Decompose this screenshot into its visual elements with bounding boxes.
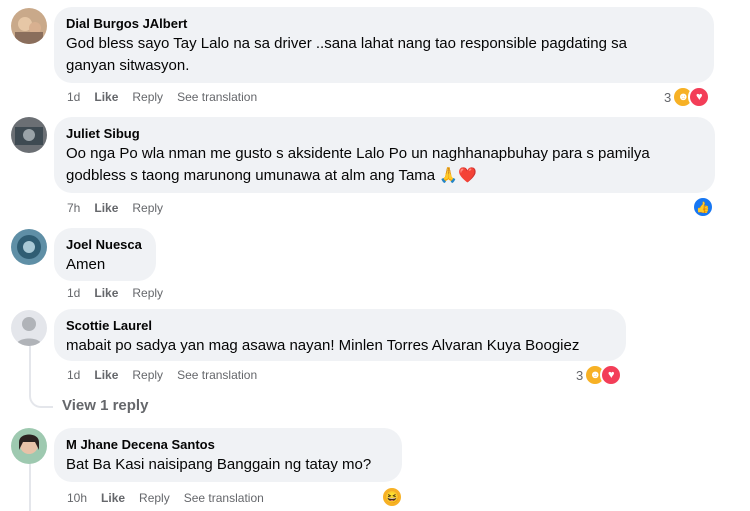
comment-text: Amen xyxy=(66,256,106,273)
avatar[interactable] xyxy=(11,229,47,265)
reply-button[interactable]: Reply xyxy=(132,200,163,216)
comment-text: Oo nga Po wla nman me gusto s aksidente … xyxy=(66,145,650,162)
reaction-badge[interactable]: 😆 xyxy=(381,486,403,508)
comment-text: mabait po sadya yan mag asawa nayan! Min… xyxy=(66,337,580,354)
comment-actions: 1d Like Reply xyxy=(67,285,177,301)
love-reaction-icon: ♥ xyxy=(688,86,711,108)
like-button[interactable]: Like xyxy=(101,490,125,506)
reaction-badge[interactable]: 👍 xyxy=(692,196,714,218)
comment-author[interactable]: Dial Burgos JAlbert xyxy=(66,15,702,32)
comment-bubble: Scottie Laurel mabait po sadya yan mag a… xyxy=(54,309,626,361)
comment-bubble: Dial Burgos JAlbert God bless sayo Tay L… xyxy=(54,7,714,83)
comment-time[interactable]: 7h xyxy=(67,200,80,216)
comment-author[interactable]: M Jhane Decena Santos xyxy=(66,436,390,453)
avatar[interactable] xyxy=(11,310,47,346)
comment-time[interactable]: 1d xyxy=(67,285,80,301)
comment-actions: 1d Like Reply See translation xyxy=(67,89,271,105)
comment-time[interactable]: 1d xyxy=(67,367,80,383)
reply-button[interactable]: Reply xyxy=(132,285,163,301)
comment-actions: 1d Like Reply See translation xyxy=(67,367,271,383)
reaction-badge[interactable]: 3 ☻ ♥ xyxy=(664,86,711,108)
see-translation-link[interactable]: See translation xyxy=(184,490,264,506)
comment-author[interactable]: Joel Nuesca xyxy=(66,236,144,253)
comment-bubble: Joel Nuesca Amen xyxy=(54,228,156,281)
like-button[interactable]: Like xyxy=(94,367,118,383)
like-button[interactable]: Like xyxy=(94,285,118,301)
avatar[interactable] xyxy=(11,8,47,44)
comment-text: Bat Ba Kasi naisipang Banggain ng tatay … xyxy=(66,456,372,473)
reply-button[interactable]: Reply xyxy=(132,89,163,105)
comment-text: God bless sayo Tay Lalo na sa driver ..s… xyxy=(66,35,627,52)
reaction-badge[interactable]: 3 ☻ ♥ xyxy=(576,364,623,386)
comment-time[interactable]: 1d xyxy=(67,89,80,105)
comment-time[interactable]: 10h xyxy=(67,490,87,506)
thread-line xyxy=(29,340,31,384)
comment-author[interactable]: Juliet Sibug xyxy=(66,125,703,142)
reaction-count: 3 xyxy=(664,89,672,105)
view-replies-link[interactable]: View 1 reply xyxy=(62,397,148,414)
like-reaction-icon: 👍 xyxy=(692,196,714,218)
comment-actions: 10h Like Reply See translation xyxy=(67,490,278,506)
comment-text: godbless s taong marunong umunawa at alm… xyxy=(66,167,477,184)
avatar[interactable] xyxy=(11,117,47,153)
thread-line-lower xyxy=(29,462,31,511)
reaction-count: 3 xyxy=(576,367,584,383)
thread-curve xyxy=(29,384,53,408)
comment-bubble: M Jhane Decena Santos Bat Ba Kasi naisip… xyxy=(54,428,402,482)
like-button[interactable]: Like xyxy=(94,200,118,216)
avatar[interactable] xyxy=(11,428,47,464)
reply-button[interactable]: Reply xyxy=(132,367,163,383)
reply-button[interactable]: Reply xyxy=(139,490,170,506)
haha-reaction-icon: 😆 xyxy=(381,486,403,508)
see-translation-link[interactable]: See translation xyxy=(177,89,257,105)
love-reaction-icon: ♥ xyxy=(600,364,623,386)
like-button[interactable]: Like xyxy=(94,89,118,105)
comment-author[interactable]: Scottie Laurel xyxy=(66,317,614,334)
comment-actions: 7h Like Reply xyxy=(67,200,177,216)
comment-text: ganyan sitwasyon. xyxy=(66,57,190,74)
comment-bubble: Juliet Sibug Oo nga Po wla nman me gusto… xyxy=(54,117,715,193)
see-translation-link[interactable]: See translation xyxy=(177,367,257,383)
